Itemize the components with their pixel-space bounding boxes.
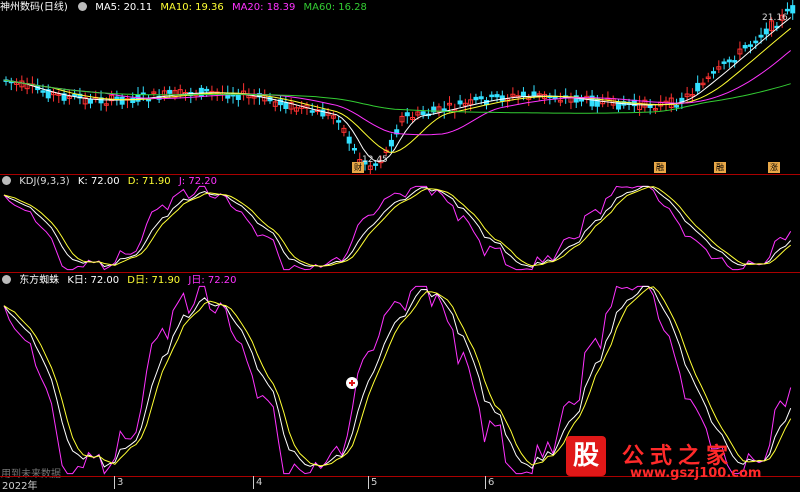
candle-body: [40, 90, 46, 93]
ma5-label: MA5: 20.11: [95, 2, 153, 13]
x-axis-tick: [368, 476, 369, 489]
site-logo: 股 公式之家 www.gszj100.com: [560, 436, 798, 486]
x-axis-tick: [253, 476, 254, 489]
candle-body: [753, 40, 759, 44]
chart-canvas[interactable]: [0, 0, 800, 489]
kdj-title: KDJ(9,3,3): [19, 176, 70, 187]
x-axis-label: 6: [488, 477, 495, 488]
candle-body: [473, 96, 479, 101]
candle-body: [726, 59, 732, 63]
low-price-label: 12.45: [362, 155, 388, 165]
candle-body: [784, 8, 790, 12]
kdj-panel-header: KDJ(9,3,3) K: 72.00 D: 71.90 J: 72.20: [0, 175, 222, 188]
kdj-j-line: [3, 185, 792, 271]
candle-body: [198, 87, 204, 97]
candle-body: [520, 91, 526, 97]
x-axis-tick: [114, 476, 115, 489]
kdj-k-value: K: 72.00: [77, 176, 120, 187]
x-axis-label: 3: [117, 477, 124, 488]
event-marker-margin-2[interactable]: 融: [714, 162, 726, 173]
logo-url: www.gszj100.com: [630, 466, 762, 481]
spider-title: 东方蜘蛛: [19, 275, 60, 286]
price-panel-header: 神州数码(日线) MA5: 20.11 MA10: 19.36 MA20: 18…: [0, 1, 372, 14]
candle-body: [531, 91, 537, 96]
ma20-label: MA20: 18.39: [231, 2, 296, 13]
high-price-label: 21.16: [762, 13, 788, 23]
candle-body: [732, 60, 738, 63]
candle-body: [309, 110, 315, 113]
x-axis-label: 2022年: [2, 481, 38, 492]
ma5-line: [3, 17, 792, 163]
spider-k-value: K日: 72.00: [67, 275, 120, 286]
event-marker-rise[interactable]: 涨: [768, 162, 780, 173]
kdj-j-value: J: 72.20: [178, 176, 217, 187]
stock-title: 神州数码(日线): [0, 2, 68, 13]
settings-icon[interactable]: [78, 2, 87, 11]
candle-body: [225, 92, 231, 99]
panel-separator: [0, 272, 800, 273]
spider-panel-header: 东方蜘蛛 K日: 72.00 D日: 71.90 J日: 72.20: [0, 274, 242, 287]
candle-body: [478, 96, 484, 100]
x-axis-label: 4: [256, 477, 263, 488]
kdj-k-line: [3, 185, 792, 268]
event-marker-margin-1[interactable]: 融: [654, 162, 666, 173]
candle-body: [711, 71, 717, 74]
candle-body: [283, 101, 289, 109]
candle-body: [404, 112, 410, 117]
candle-body: [351, 147, 357, 151]
candle-body: [695, 82, 701, 92]
candle-body: [420, 111, 426, 116]
candle-body: [114, 96, 120, 100]
spider-d-value: D日: 71.90: [127, 275, 181, 286]
candle-body: [747, 44, 753, 47]
candle-body: [790, 5, 796, 14]
candle-body: [72, 94, 78, 97]
stock-chart-window[interactable]: 神州数码(日线) MA5: 20.11 MA10: 19.36 MA20: 18…: [0, 0, 800, 492]
candle-body: [721, 61, 727, 64]
candle-body: [742, 45, 748, 49]
candle-body: [457, 100, 463, 105]
event-marker-finance[interactable]: 财: [352, 162, 364, 173]
kdj-d-value: D: 71.90: [127, 176, 171, 187]
candle-body: [119, 96, 125, 105]
settings-icon[interactable]: [2, 275, 11, 284]
candle-body: [388, 139, 394, 147]
ma10-label: MA10: 19.36: [160, 2, 224, 13]
candle-body: [758, 34, 764, 38]
candle-body: [674, 105, 680, 108]
spider-j-value: J日: 72.20: [188, 275, 237, 286]
candle-body: [489, 94, 495, 98]
logo-mark: 股: [566, 436, 606, 476]
kdj-d-line: [3, 186, 792, 267]
settings-icon[interactable]: [2, 176, 11, 185]
x-axis-tick: [485, 476, 486, 489]
ma20-line: [3, 50, 792, 136]
candle-body: [346, 136, 352, 144]
candle-body: [336, 120, 342, 123]
candle-body: [494, 94, 500, 98]
candle-body: [235, 94, 241, 100]
candle-body: [87, 98, 93, 104]
candle-body: [167, 89, 173, 94]
ma60-label: MA60: 16.28: [303, 2, 367, 13]
x-axis-label: 5: [371, 477, 378, 488]
candle-body: [204, 88, 210, 92]
candle-body: [763, 28, 769, 35]
crosshair-add-icon[interactable]: [346, 377, 358, 389]
